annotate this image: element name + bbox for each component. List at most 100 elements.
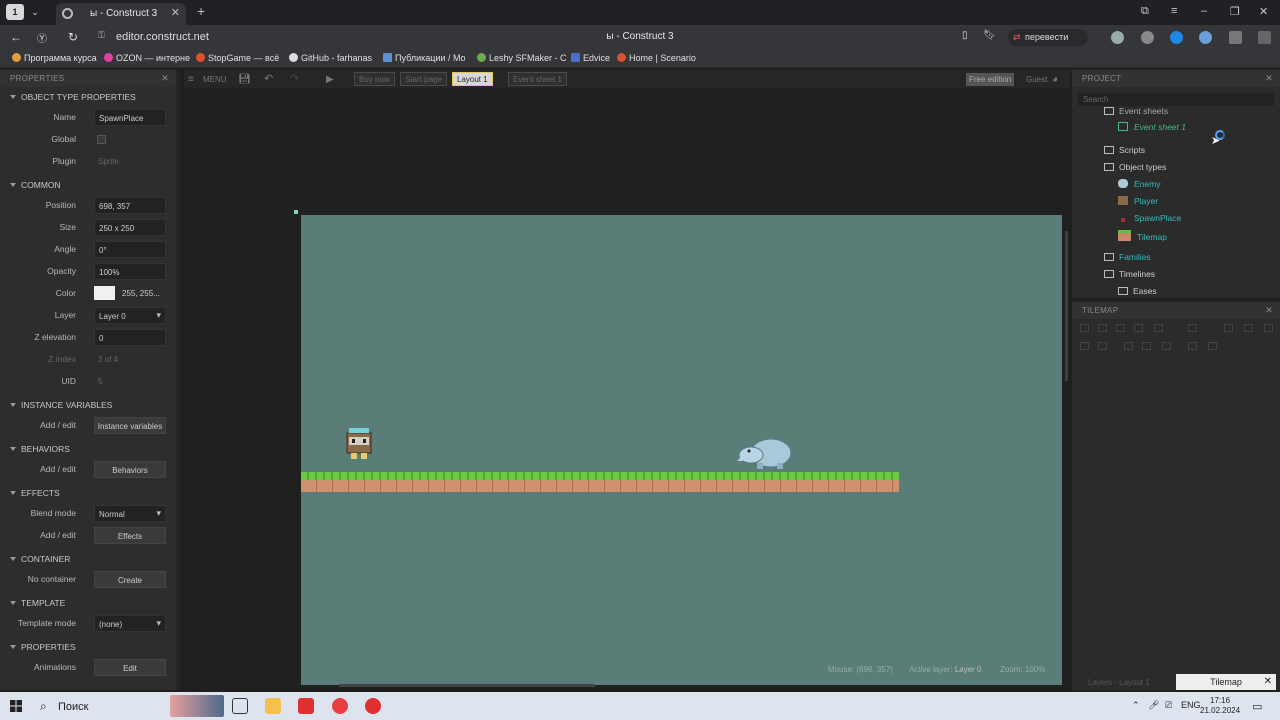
collections-icon[interactable]: ⧉ bbox=[1141, 5, 1149, 18]
notifications-icon[interactable]: ▭ bbox=[1252, 700, 1262, 713]
section-object-type[interactable]: OBJECT TYPE PROPERTIES bbox=[0, 87, 176, 107]
menu-button[interactable]: MENU bbox=[203, 73, 227, 86]
tab-close-icon[interactable]: ✕ bbox=[171, 6, 180, 19]
tile-folder-icon[interactable] bbox=[1208, 342, 1217, 350]
section-properties[interactable]: PROPERTIES bbox=[0, 635, 176, 657]
preview-play-icon[interactable]: ▶ bbox=[326, 73, 334, 86]
downloads-icon[interactable] bbox=[1258, 31, 1271, 44]
tilemap-dirt[interactable] bbox=[301, 480, 899, 492]
bookmark-item[interactable]: Публикации / Mo bbox=[383, 53, 465, 63]
item-enemy[interactable]: Enemy bbox=[1118, 179, 1160, 189]
reader-mode-icon[interactable]: ▯ bbox=[962, 30, 968, 41]
name-field[interactable]: SpawnPlace bbox=[94, 109, 166, 126]
extension-vpn-icon[interactable] bbox=[1111, 31, 1124, 44]
item-event-sheet-1[interactable]: Event sheet 1 bbox=[1118, 122, 1186, 132]
item-tilemap[interactable]: Tilemap bbox=[1118, 230, 1167, 242]
tile-mirror-icon[interactable] bbox=[1224, 324, 1233, 332]
user-avatar-icon[interactable]: ◕ bbox=[1052, 73, 1058, 86]
yandex-app-icon[interactable] bbox=[332, 698, 348, 714]
bookmark-item[interactable]: OZON — интерне bbox=[104, 53, 190, 63]
folder-event-sheets[interactable]: Event sheets bbox=[1104, 106, 1168, 116]
bookmark-item[interactable]: StopGame — всё bbox=[196, 53, 279, 63]
zoom-in-icon[interactable] bbox=[1124, 342, 1133, 350]
tile-grid-icon[interactable] bbox=[1188, 324, 1197, 332]
network-icon[interactable]: ⎚ bbox=[1165, 700, 1172, 711]
file-explorer-icon[interactable] bbox=[265, 698, 281, 714]
template-mode-select[interactable]: (none) bbox=[94, 615, 166, 632]
effects-button[interactable]: Effects bbox=[94, 527, 166, 544]
tab-buy-now[interactable]: Buy now bbox=[354, 72, 395, 86]
redo-icon[interactable]: ↷ bbox=[290, 73, 299, 86]
tilemap-tab[interactable]: Tilemap ✕ bbox=[1176, 674, 1276, 690]
windows-start-icon[interactable] bbox=[10, 700, 22, 712]
tab-event-sheet-1[interactable]: Event sheet 1 bbox=[508, 72, 567, 86]
section-template[interactable]: TEMPLATE bbox=[0, 591, 176, 613]
task-view-icon[interactable] bbox=[232, 698, 248, 714]
section-container[interactable]: CONTAINER bbox=[0, 547, 176, 569]
layout-scene[interactable] bbox=[301, 215, 1062, 685]
size-field[interactable]: 250 x 250 bbox=[94, 219, 166, 236]
close-panel-icon[interactable]: ✕ bbox=[161, 73, 169, 84]
folder-scripts[interactable]: Scripts bbox=[1104, 145, 1145, 155]
undo-icon[interactable]: ↶ bbox=[264, 73, 273, 86]
extension-puzzle-icon[interactable] bbox=[1229, 31, 1242, 44]
folder-timelines[interactable]: Timelines bbox=[1104, 269, 1155, 279]
layers-tab[interactable]: Layers - Layout 1 bbox=[1088, 678, 1150, 687]
global-checkbox[interactable] bbox=[97, 135, 106, 144]
tab-layout-1[interactable]: Layout 1 bbox=[452, 72, 493, 86]
tab-list-chevron-icon[interactable]: ⌄ bbox=[28, 4, 42, 20]
position-field[interactable]: 698, 357 bbox=[94, 197, 166, 214]
edit-animations-button[interactable]: Edit bbox=[94, 659, 166, 676]
close-window-icon[interactable]: ✕ bbox=[1259, 5, 1268, 18]
recorder-app-icon[interactable] bbox=[365, 698, 381, 714]
vertical-scrollbar[interactable] bbox=[1065, 231, 1068, 381]
tile-eraser-icon[interactable] bbox=[1116, 324, 1125, 332]
extension-globe-icon[interactable] bbox=[1141, 31, 1154, 44]
microphone-icon[interactable]: 🎤︎ bbox=[1148, 700, 1159, 711]
tile-flip-icon[interactable] bbox=[1244, 324, 1253, 332]
tile-rectangle-icon[interactable] bbox=[1134, 324, 1143, 332]
z-elevation-field[interactable]: 0 bbox=[94, 329, 166, 346]
zoom-out-icon[interactable] bbox=[1142, 342, 1151, 350]
section-effects[interactable]: EFFECTS bbox=[0, 481, 176, 503]
opacity-field[interactable]: 100% bbox=[94, 263, 166, 280]
tile-rotate-icon[interactable] bbox=[1264, 324, 1273, 332]
save-icon[interactable]: 💾︎ bbox=[238, 73, 251, 86]
tile-save-icon[interactable] bbox=[1188, 342, 1197, 350]
bookmark-item[interactable]: Edvice bbox=[571, 53, 610, 63]
item-spawnplace[interactable]: SpawnPlace bbox=[1118, 213, 1181, 223]
color-swatch[interactable] bbox=[94, 286, 115, 300]
browser-tab[interactable]: ы - Construct 3 ✕ bbox=[56, 3, 186, 25]
bookmark-item[interactable]: Программа курса bbox=[12, 53, 97, 63]
layout-view[interactable]: Mouse: (698, 357) Active layer: Layer 0 … bbox=[184, 88, 1070, 688]
zoom-reset-icon[interactable] bbox=[1162, 342, 1171, 350]
section-behaviors[interactable]: BEHAVIORS bbox=[0, 437, 176, 459]
minimize-icon[interactable]: – bbox=[1201, 5, 1207, 17]
translate-button[interactable]: ⇄ перевести bbox=[1008, 29, 1088, 46]
yandex-browser-icon[interactable] bbox=[298, 698, 314, 714]
extension-arrow-icon[interactable] bbox=[1170, 31, 1183, 44]
color-value[interactable]: 255, 255... bbox=[122, 289, 160, 298]
bookmark-item[interactable]: Leshy SFMaker - C bbox=[477, 53, 567, 63]
project-search-input[interactable]: Search bbox=[1078, 93, 1274, 106]
tilemap-grass[interactable] bbox=[301, 472, 899, 480]
folder-object-types[interactable]: Object types bbox=[1104, 162, 1166, 172]
behaviors-button[interactable]: Behaviors bbox=[94, 461, 166, 478]
language-indicator[interactable]: ENG bbox=[1181, 700, 1201, 710]
close-panel-icon[interactable]: ✕ bbox=[1265, 305, 1273, 316]
layer-select[interactable]: Layer 0 bbox=[94, 307, 166, 324]
tile-pencil-icon[interactable] bbox=[1098, 324, 1107, 332]
enemy-elephant-sprite[interactable] bbox=[737, 435, 795, 470]
bookmark-item[interactable]: GitHub - farhanas bbox=[289, 53, 372, 63]
instance-variables-button[interactable]: Instance variables bbox=[94, 417, 166, 434]
maximize-icon[interactable]: ❐ bbox=[1230, 5, 1240, 18]
tile-fill-icon[interactable] bbox=[1154, 324, 1163, 332]
free-edition-badge[interactable]: Free edition bbox=[966, 73, 1015, 86]
horizontal-scrollbar[interactable] bbox=[339, 684, 595, 687]
angle-field[interactable]: 0° bbox=[94, 241, 166, 258]
tray-overflow-icon[interactable]: ⌃ bbox=[1132, 700, 1140, 711]
extension-search-icon[interactable] bbox=[1199, 31, 1212, 44]
properties-scrollbar[interactable] bbox=[177, 88, 180, 578]
taskbar-search[interactable]: ⌕ Поиск bbox=[30, 695, 225, 717]
tab-start-page[interactable]: Start page bbox=[400, 72, 447, 86]
